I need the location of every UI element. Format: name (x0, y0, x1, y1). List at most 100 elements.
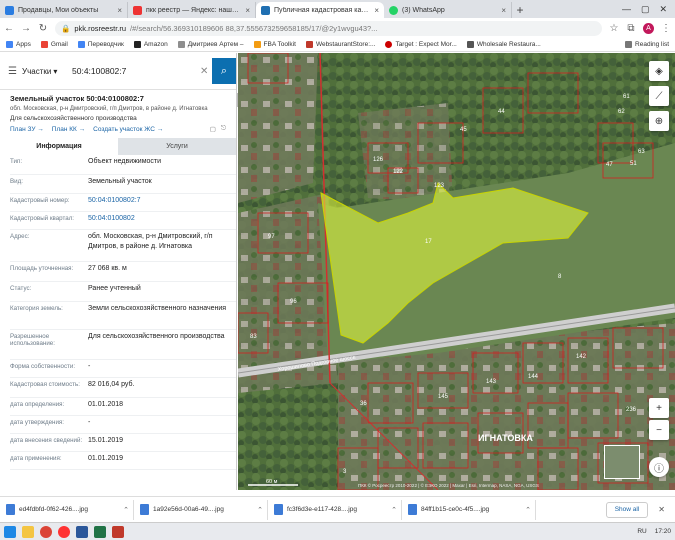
locate-button[interactable]: ⊕ (649, 111, 669, 131)
attribute-value: 27 068 кв. м (88, 265, 127, 272)
reading-list[interactable]: Reading list (625, 41, 669, 48)
attribute-row: дата применения: 01.01.2019 (10, 452, 236, 470)
village-label: ИГНАТОВКА (478, 433, 533, 443)
image-file-icon (408, 504, 417, 515)
search-type-select[interactable]: Участки ▾ (22, 67, 72, 76)
close-tab-icon[interactable]: × (374, 6, 379, 15)
star-icon[interactable]: ☆ (609, 23, 619, 34)
bookmark-target[interactable]: Target : Expect Mor... (385, 41, 457, 48)
browser-tab-active[interactable]: Публичная кадастровая карта × (256, 2, 384, 18)
explorer-icon[interactable] (22, 525, 34, 538)
browser-tab[interactable]: (3) WhatsApp × (384, 2, 512, 18)
share-icon[interactable]: ⎋ (221, 125, 226, 133)
clock[interactable]: 17:20 (655, 528, 671, 535)
url-field[interactable]: 🔒 pkk.rosreestr.ru/#/search/56.369310189… (55, 20, 602, 36)
bookmark-webstaurant[interactable]: WebstaurantStore:... (305, 41, 375, 48)
download-item[interactable]: 84ff1b15-ce0c-4f5....jpg ⌃ (408, 499, 536, 520)
attribute-key: Кадастровая стоимость: (10, 381, 80, 388)
menu-icon[interactable]: ☰ (8, 66, 22, 77)
bookmark-gmail[interactable]: Gmail (40, 41, 68, 48)
bookmark-fba[interactable]: FBA Toolkit (253, 41, 296, 48)
close-tab-icon[interactable]: × (117, 6, 122, 15)
avatar[interactable]: A (643, 22, 654, 34)
attribute-value: Ранее учтенный (88, 285, 141, 292)
close-tab-icon[interactable]: × (245, 6, 250, 15)
plan-kk-link[interactable]: План КК → (52, 126, 85, 133)
chevron-up-icon[interactable]: ⌃ (123, 506, 133, 514)
zoom-out-button[interactable]: − (649, 420, 669, 440)
info-button[interactable]: ⓘ (649, 457, 669, 477)
attribute-row: Форма собственности: - (10, 360, 236, 378)
search-button[interactable]: ⌕ (212, 58, 236, 84)
chrome-icon[interactable] (40, 525, 52, 538)
search-input[interactable]: 50:4:100802:7 (72, 66, 200, 76)
map-view[interactable]: 17 8 61 62 63 44 45 47 51 122 123 126 14… (238, 53, 675, 490)
lock-icon: 🔒 (61, 23, 71, 33)
tab-favicon-icon (5, 5, 14, 15)
forward-icon[interactable]: → (21, 23, 31, 34)
browser-tab[interactable]: Продавцы, Мои объекты × (0, 2, 128, 18)
minimize-icon[interactable]: — (622, 4, 631, 14)
search-type-label: Участки (22, 66, 52, 76)
bookmark-amazon[interactable]: Amazon (133, 41, 168, 48)
parcel-number-label: 44 (498, 109, 505, 115)
attribute-key: дата внесения сведений: (10, 437, 83, 444)
parcel-number-label: 63 (638, 149, 645, 155)
attribute-row: Вид: Земельный участок (10, 175, 236, 194)
image-file-icon (6, 504, 15, 515)
measure-button[interactable]: ⟋ (649, 86, 669, 106)
reading-list-label: Reading list (635, 41, 669, 48)
address-bar-row: ← → ↻ 🔒 pkk.rosreestr.ru/#/search/56.369… (0, 18, 675, 38)
cadastral-quarter-link[interactable]: 50:04:0100802 (88, 212, 236, 229)
minimap-thumbnail[interactable] (604, 445, 640, 479)
bookmark-dmitriev[interactable]: Дмитриев Артем – (177, 41, 244, 48)
chevron-up-icon[interactable]: ⌃ (391, 506, 401, 514)
show-all-downloads-button[interactable]: Show all (605, 501, 649, 518)
attribute-key: Адрес: (10, 233, 30, 240)
comment-icon[interactable]: ▢ (210, 125, 216, 133)
attribute-key: Разрешенное использование: (10, 333, 55, 347)
download-item[interactable]: ed4fdbfd-0f62-426....jpg ⌃ (6, 499, 134, 520)
settlement-area-west (238, 53, 318, 203)
close-downloads-icon[interactable]: ✕ (654, 505, 669, 514)
chevron-up-icon[interactable]: ⌃ (525, 506, 535, 514)
windows-start-icon[interactable] (4, 525, 16, 538)
bookmark-label: Wholesale Restaura... (476, 41, 541, 48)
reload-icon[interactable]: ↻ (38, 23, 48, 34)
excel-icon[interactable] (94, 525, 106, 538)
clear-icon[interactable]: ✕ (200, 66, 212, 77)
tab-information[interactable]: Информация (0, 138, 118, 155)
attribute-key: дата определения: (10, 401, 65, 408)
bookmark-label: Переводчик (87, 41, 124, 48)
browser-tab[interactable]: пкк реестр — Яндекс: нашлось × (128, 2, 256, 18)
bookmark-wholesale[interactable]: Wholesale Restaura... (466, 41, 541, 48)
tab-services[interactable]: Услуги (118, 138, 236, 155)
attribute-key: Вид: (10, 178, 23, 185)
chevron-up-icon[interactable]: ⌃ (257, 506, 267, 514)
back-icon[interactable]: ← (4, 23, 14, 34)
download-item[interactable]: 1a92e56d-00a6-49....jpg ⌃ (140, 499, 268, 520)
tab-label: (3) WhatsApp (402, 6, 445, 14)
new-tab-button[interactable]: + (512, 2, 528, 18)
layers-button[interactable]: ◈ (649, 61, 669, 81)
create-parcel-link[interactable]: Создать участок ЖС → (93, 126, 163, 133)
download-item[interactable]: fc3f6d3e-e117-428....jpg ⌃ (274, 499, 402, 520)
zoom-in-button[interactable]: + (649, 398, 669, 418)
language-indicator[interactable]: RU (637, 528, 646, 535)
app-icon[interactable] (112, 525, 124, 538)
extensions-icon[interactable]: ⧉ (626, 23, 636, 34)
yandex-icon[interactable] (58, 525, 70, 538)
close-window-icon[interactable]: ✕ (659, 4, 667, 15)
word-icon[interactable] (76, 525, 88, 538)
attribute-value: 15.01.2019 (88, 437, 124, 444)
attribute-row: Статус: Ранее учтенный (10, 282, 236, 302)
cadastral-number-link[interactable]: 50:04:0100802:7 (88, 194, 236, 211)
menu-icon[interactable]: ⋮ (661, 23, 671, 34)
attribute-row: Адрес: обл. Московская, р-н Дмитровский, … (10, 230, 236, 262)
download-filename: 1a92e56d-00a6-49....jpg (153, 506, 224, 513)
close-tab-icon[interactable]: × (501, 6, 506, 15)
maximize-icon[interactable]: ▢ (641, 4, 650, 15)
plan-zu-link[interactable]: План ЗУ → (10, 126, 44, 133)
bookmark-apps[interactable]: Apps (6, 41, 31, 48)
bookmark-translate[interactable]: Переводчик (77, 41, 124, 48)
